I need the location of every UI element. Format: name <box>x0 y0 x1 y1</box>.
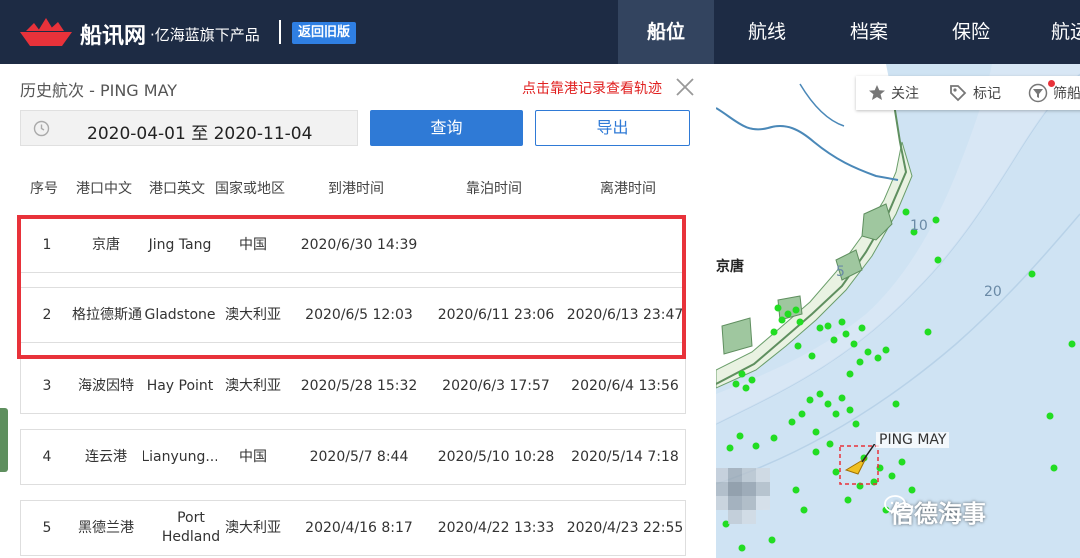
wechat-icon <box>884 495 913 518</box>
highlight-box <box>17 215 686 359</box>
map-view[interactable]: 关注 标记 筛船 京唐 10 5 20 PING MAY 信德海事 <box>716 64 1080 558</box>
panel-title: 历史航次 - PING MAY <box>20 81 178 100</box>
column-header-arrival: 到港时间 <box>328 181 384 197</box>
brand-tagline: ·亿海蓝旗下产品 <box>150 26 260 44</box>
clock-icon <box>33 120 50 137</box>
port-name-en: Lianyung... <box>143 448 217 465</box>
row-index: 3 <box>42 377 52 394</box>
berthing-time: 2020/5/10 10:28 <box>437 448 555 465</box>
column-header-port-en: 港口英文 <box>149 181 205 197</box>
mark-label: 标记 <box>973 86 1001 102</box>
arrival-time: 2020/5/28 15:32 <box>300 377 418 394</box>
nav-tab-shipping[interactable]: 航运 <box>1025 0 1080 64</box>
date-range-value: 2020-04-01 至 2020-11-04 <box>87 124 313 144</box>
row-index: 5 <box>42 519 52 536</box>
row-index: 4 <box>42 448 52 465</box>
nav-tab-route[interactable]: 航线 <box>719 0 815 64</box>
ship-name-label[interactable]: PING MAY <box>876 432 950 448</box>
follow-label: 关注 <box>891 86 919 102</box>
column-header-country: 国家或地区 <box>215 181 285 197</box>
column-header-port-cn: 港口中文 <box>76 181 132 197</box>
berthing-time: 2020/6/3 17:57 <box>442 377 550 394</box>
star-icon <box>869 85 885 100</box>
depth-label: 5 <box>836 264 845 280</box>
port-label-jingtang[interactable]: 京唐 <box>716 256 744 276</box>
filter-label: 筛船 <box>1053 86 1080 102</box>
country: 澳大利亚 <box>225 519 281 536</box>
top-navigation-bar: 船讯网 ·亿海蓝旗下产品 返回旧版 船位 航线 档案 保险 航运 <box>0 0 1080 64</box>
date-range-picker[interactable]: 2020-04-01 至 2020-11-04 <box>20 110 358 146</box>
port-name-en: Hay Point <box>146 377 214 394</box>
column-header-departure: 离港时间 <box>600 181 656 197</box>
notification-dot <box>1048 80 1055 87</box>
arrival-time: 2020/4/16 8:17 <box>305 519 413 536</box>
departure-time: 2020/5/14 7:18 <box>571 448 679 465</box>
scroll-handle[interactable] <box>0 408 8 472</box>
table-row[interactable]: 3 海波因特 Hay Point 澳大利亚 2020/5/28 15:32 20… <box>20 358 686 414</box>
brand-divider <box>279 20 281 44</box>
ship-icon[interactable] <box>836 444 886 486</box>
country: 中国 <box>239 448 267 465</box>
filter-icon <box>1028 83 1048 103</box>
depth-label: 20 <box>984 284 1002 300</box>
port-name-cn: 连云港 <box>85 448 127 465</box>
departure-time: 2020/4/23 22:55 <box>566 519 684 536</box>
map-toolbar: 关注 标记 筛船 <box>856 76 1080 110</box>
nav-tab-position[interactable]: 船位 <box>618 0 714 64</box>
table-row[interactable]: 5 黑德兰港 Port Hedland 澳大利亚 2020/4/16 8:17 … <box>20 500 686 556</box>
boat-logo-icon[interactable] <box>18 14 74 50</box>
port-name-en: Port Hedland <box>161 510 221 545</box>
depth-label: 10 <box>910 218 928 234</box>
country: 澳大利亚 <box>225 377 281 394</box>
departure-time: 2020/6/4 13:56 <box>571 377 679 394</box>
watermark: 信德海事 <box>884 494 986 529</box>
arrival-time: 2020/5/7 8:44 <box>309 448 409 465</box>
close-icon[interactable] <box>674 76 696 98</box>
mark-tool[interactable]: 标记 <box>948 76 1001 110</box>
table-row[interactable]: 4 连云港 Lianyung... 中国 2020/5/7 8:44 2020/… <box>20 429 686 485</box>
column-header-index: 序号 <box>30 181 58 197</box>
map-canvas[interactable] <box>716 64 1080 558</box>
column-header-berthing: 靠泊时间 <box>466 181 522 197</box>
port-name-cn: 黑德兰港 <box>78 519 134 536</box>
berthing-time: 2020/4/22 13:33 <box>437 519 555 536</box>
brand-name[interactable]: 船讯网 <box>80 18 146 50</box>
query-button[interactable]: 查询 <box>370 110 523 146</box>
nav-tab-insurance[interactable]: 保险 <box>923 0 1019 64</box>
tag-icon <box>950 85 967 102</box>
follow-tool[interactable]: 关注 <box>868 76 919 110</box>
track-hint-link[interactable]: 点击靠港记录查看轨迹 <box>522 78 662 98</box>
nav-tab-archive[interactable]: 档案 <box>821 0 917 64</box>
export-button[interactable]: 导出 <box>535 110 690 146</box>
port-name-cn: 海波因特 <box>78 377 134 394</box>
old-version-button[interactable]: 返回旧版 <box>292 22 357 44</box>
voyage-history-panel: 历史航次 - PING MAY 点击靠港记录查看轨迹 2020-04-01 至 … <box>0 64 716 558</box>
